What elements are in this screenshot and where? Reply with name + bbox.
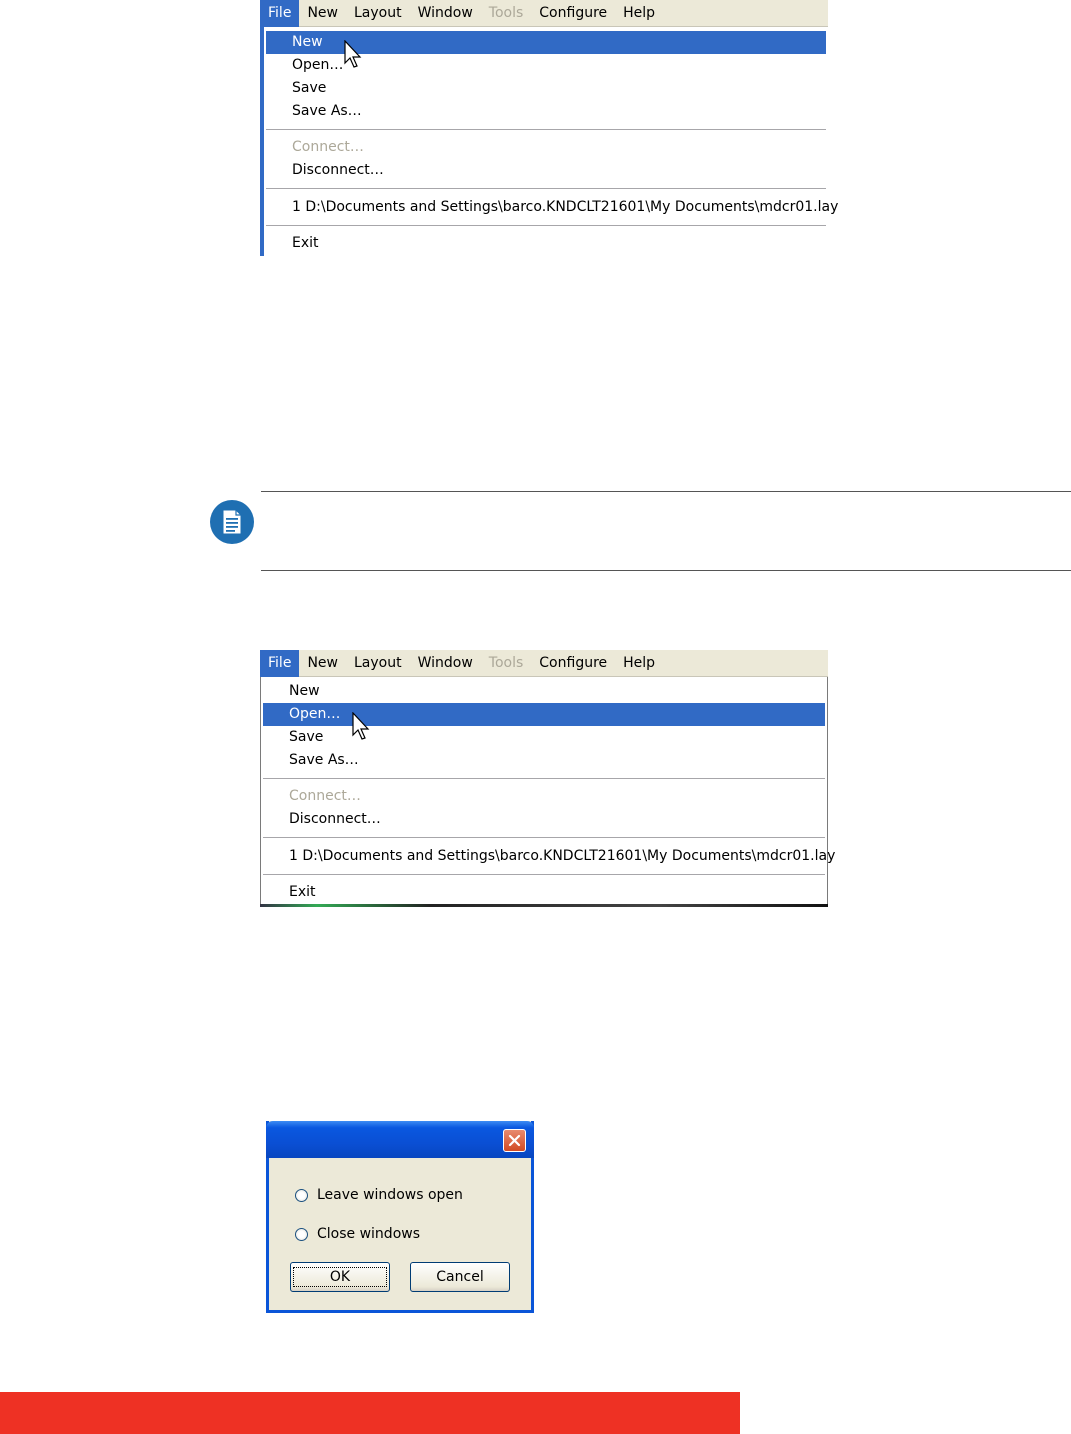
menuitem-save[interactable]: Save (263, 726, 825, 749)
menu-configure[interactable]: Configure (531, 0, 615, 27)
desktop-background-strip (260, 904, 828, 907)
menu-bar: File New Layout Window Tools Configure H… (260, 0, 828, 27)
close-windows-dialog: Leave windows open Close windows OK Canc… (266, 1121, 534, 1313)
ok-label: OK (292, 1267, 388, 1287)
menu-new[interactable]: New (299, 0, 346, 27)
menu-help[interactable]: Help (615, 650, 663, 677)
menu-tools: Tools (488, 654, 524, 671)
file-menu-screenshot-new: File New Layout Window Tools Configure H… (260, 0, 838, 256)
menu-layout[interactable]: Layout (346, 650, 410, 677)
menuitem-disconnect[interactable]: Disconnect… (263, 808, 825, 831)
menu-separator (263, 778, 825, 780)
footer-accent-bar (0, 1392, 740, 1434)
menuitem-recent-file[interactable]: 1 D:\Documents and Settings\barco.KNDCLT… (263, 844, 835, 868)
ok-button[interactable]: OK (290, 1262, 390, 1292)
menuitem-save-as[interactable]: Save As… (263, 749, 825, 772)
cancel-button[interactable]: Cancel (410, 1262, 510, 1292)
menu-separator (263, 837, 825, 839)
menu-layout[interactable]: Layout (346, 0, 410, 27)
menu-separator (266, 188, 826, 190)
radio-leave-windows-open[interactable]: Leave windows open (295, 1187, 463, 1203)
radio-button[interactable] (295, 1188, 308, 1202)
menuitem-exit[interactable]: Exit (266, 232, 826, 255)
close-icon (508, 1134, 521, 1147)
note-document-icon (210, 500, 254, 544)
dialog-titlebar[interactable] (266, 1121, 534, 1158)
menuitem-recent-file[interactable]: 1 D:\Documents and Settings\barco.KNDCLT… (266, 195, 838, 219)
menu-separator (263, 874, 825, 876)
file-menu-screenshot-open: File New Layout Window Tools Configure H… (260, 649, 835, 907)
menuitem-disconnect[interactable]: Disconnect… (266, 159, 826, 182)
menuitem-exit[interactable]: Exit (263, 881, 825, 904)
menu-help[interactable]: Help (615, 0, 663, 27)
menu-window[interactable]: Window (410, 0, 481, 27)
arrow-cursor-icon (344, 40, 362, 68)
menuitem-save-as[interactable]: Save As… (266, 100, 826, 123)
menu-window[interactable]: Window (410, 650, 481, 677)
radio-button[interactable] (295, 1227, 308, 1241)
menu-tools: Tools (488, 4, 524, 21)
radio-label: Close windows (317, 1226, 420, 1242)
menu-file[interactable]: File (260, 649, 300, 677)
menu-file[interactable]: File (260, 0, 300, 27)
note-top-rule (261, 491, 1071, 492)
radio-label: Leave windows open (317, 1187, 463, 1203)
menu-configure[interactable]: Configure (531, 650, 615, 677)
menuitem-open[interactable]: Open… (263, 703, 825, 726)
note-bottom-rule (261, 570, 1071, 571)
menu-bar: File New Layout Window Tools Configure H… (260, 649, 828, 677)
file-dropdown: New Open… Save Save As… Connect… Disconn… (260, 677, 835, 907)
menu-new[interactable]: New (299, 650, 346, 677)
menuitem-connect: Connect… (292, 139, 364, 155)
close-button[interactable] (503, 1129, 526, 1152)
menuitem-new[interactable]: New (263, 680, 825, 703)
menuitem-save[interactable]: Save (266, 77, 826, 100)
arrow-cursor-icon (352, 712, 370, 740)
menu-separator (266, 225, 826, 227)
radio-close-windows[interactable]: Close windows (295, 1226, 420, 1242)
menu-separator (266, 129, 826, 131)
menuitem-connect: Connect… (289, 788, 361, 804)
